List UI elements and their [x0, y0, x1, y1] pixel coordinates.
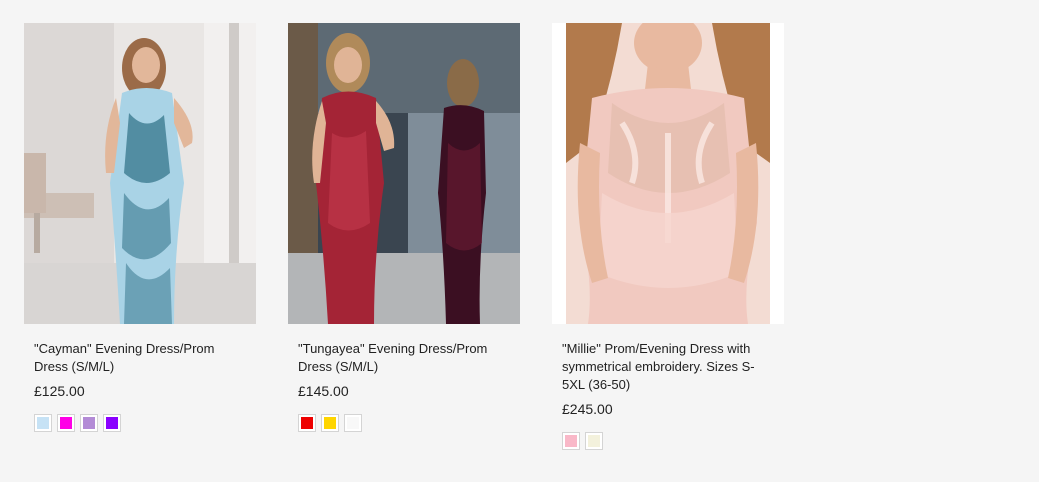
color-swatch[interactable]	[321, 414, 339, 432]
product-card: "Tungayea" Evening Dress/Prom Dress (S/M…	[288, 23, 520, 432]
product-image[interactable]	[552, 23, 784, 324]
product-info: "Tungayea" Evening Dress/Prom Dress (S/M…	[288, 324, 520, 432]
product-info: "Cayman" Evening Dress/Prom Dress (S/M/L…	[24, 324, 256, 432]
color-swatches	[298, 414, 510, 432]
product-title[interactable]: "Millie" Prom/Evening Dress with symmetr…	[562, 340, 774, 394]
product-title[interactable]: "Cayman" Evening Dress/Prom Dress (S/M/L…	[34, 340, 246, 376]
product-image[interactable]	[24, 23, 256, 324]
color-swatches	[562, 432, 774, 450]
color-swatch[interactable]	[562, 432, 580, 450]
product-card: "Millie" Prom/Evening Dress with symmetr…	[552, 23, 784, 450]
color-swatches	[34, 414, 246, 432]
color-swatch[interactable]	[298, 414, 316, 432]
color-swatch[interactable]	[585, 432, 603, 450]
product-title[interactable]: "Tungayea" Evening Dress/Prom Dress (S/M…	[298, 340, 510, 376]
product-price: £245.00	[562, 401, 613, 417]
product-image[interactable]	[288, 23, 520, 324]
color-swatch[interactable]	[103, 414, 121, 432]
product-card: "Cayman" Evening Dress/Prom Dress (S/M/L…	[24, 23, 256, 432]
product-price: £145.00	[298, 383, 349, 399]
color-swatch[interactable]	[57, 414, 75, 432]
color-swatch[interactable]	[80, 414, 98, 432]
product-info: "Millie" Prom/Evening Dress with symmetr…	[552, 324, 784, 450]
product-price: £125.00	[34, 383, 85, 399]
color-swatch[interactable]	[34, 414, 52, 432]
color-swatch[interactable]	[344, 414, 362, 432]
product-grid: "Cayman" Evening Dress/Prom Dress (S/M/L…	[0, 0, 1039, 482]
